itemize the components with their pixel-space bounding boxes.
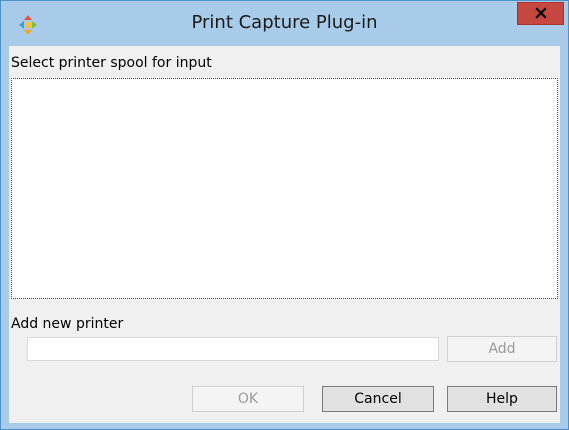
help-button[interactable]: Help: [447, 386, 557, 412]
close-button[interactable]: [517, 2, 564, 25]
cancel-button[interactable]: Cancel: [322, 386, 434, 412]
close-icon: [534, 4, 547, 23]
printer-spool-list[interactable]: [11, 78, 558, 299]
new-printer-input[interactable]: [27, 337, 439, 361]
spool-list-label: Select printer spool for input: [11, 55, 212, 71]
title-bar[interactable]: Print Capture Plug-in: [1, 1, 568, 45]
add-button[interactable]: Add: [447, 336, 557, 362]
window-title: Print Capture Plug-in: [191, 12, 378, 33]
ok-button[interactable]: OK: [192, 386, 304, 412]
dialog-body: Select printer spool for input Add new p…: [9, 46, 560, 423]
print-capture-dialog: Print Capture Plug-in Select printer spo…: [0, 0, 569, 430]
add-printer-label: Add new printer: [11, 316, 124, 332]
